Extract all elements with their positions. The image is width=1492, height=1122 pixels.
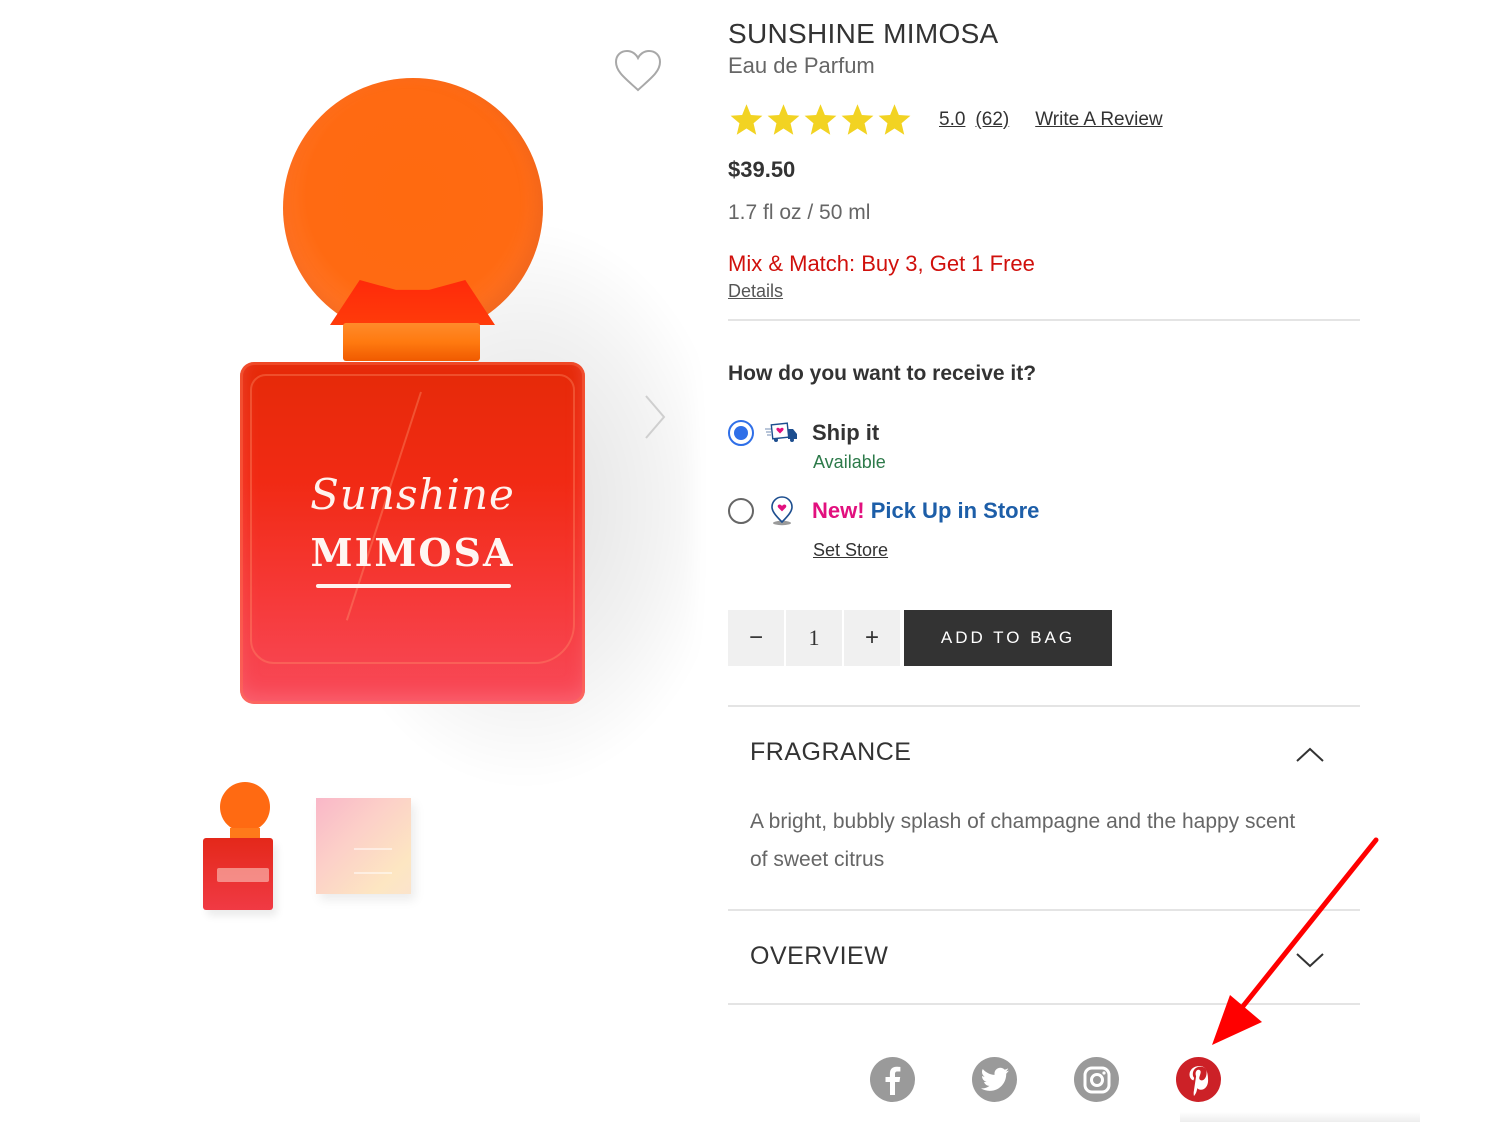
promo-text: Mix & Match: Buy 3, Get 1 Free bbox=[728, 251, 1035, 276]
star-rating[interactable] bbox=[728, 102, 913, 138]
star-icon bbox=[841, 104, 874, 135]
promo-details-link[interactable]: Details bbox=[728, 281, 783, 302]
ship-it-radio[interactable] bbox=[728, 420, 754, 446]
product-title: SUNSHINE MIMOSA bbox=[728, 18, 999, 49]
fragrance-description: A bright, bubbly splash of champagne and… bbox=[750, 810, 1296, 871]
pickup-label: New! Pick Up in Store bbox=[812, 498, 1039, 524]
pickup-radio[interactable] bbox=[728, 498, 754, 524]
star-icon bbox=[804, 104, 837, 135]
set-store-link[interactable]: Set Store bbox=[813, 540, 888, 561]
instagram-share-button[interactable] bbox=[1074, 1057, 1119, 1102]
ship-availability: Available bbox=[813, 452, 886, 472]
next-image-button[interactable] bbox=[640, 392, 670, 442]
new-badge: New! bbox=[812, 498, 865, 523]
thumb-bottle bbox=[203, 838, 273, 910]
quantity-and-add: − 1 + ADD TO BAG bbox=[728, 610, 1112, 666]
main-product-image[interactable]: Sunshine MIMOSA bbox=[220, 40, 695, 790]
chevron-right-icon bbox=[645, 395, 666, 439]
instagram-icon bbox=[1083, 1066, 1110, 1093]
divider bbox=[728, 705, 1360, 707]
product-gallery: Sunshine MIMOSA bbox=[180, 0, 695, 1122]
receive-heading: How do you want to receive it? bbox=[728, 362, 1037, 385]
divider bbox=[728, 1003, 1360, 1005]
facebook-icon bbox=[885, 1066, 900, 1095]
pickup-text: Pick Up in Store bbox=[870, 498, 1040, 523]
box-thumbnail[interactable] bbox=[308, 780, 411, 920]
ship-it-option[interactable]: Ship it bbox=[728, 418, 879, 448]
pinterest-share-button[interactable] bbox=[1176, 1057, 1221, 1102]
thumb-cap bbox=[220, 782, 270, 832]
star-icon bbox=[878, 104, 911, 135]
twitter-icon bbox=[980, 1067, 1009, 1091]
rating-row: 5.0 (62) Write A Review bbox=[728, 100, 1163, 140]
heart-outline-icon bbox=[614, 49, 662, 92]
thumb-box-text bbox=[354, 848, 392, 874]
decrement-quantity-button[interactable]: − bbox=[728, 610, 784, 666]
divider bbox=[728, 909, 1360, 911]
store-pin-icon bbox=[771, 496, 793, 526]
chevron-down-icon[interactable] bbox=[1294, 950, 1326, 970]
increment-quantity-button[interactable]: + bbox=[844, 610, 900, 666]
quantity-input[interactable]: 1 bbox=[786, 610, 842, 666]
delivery-truck-icon bbox=[765, 422, 797, 442]
bottle-label-script: Sunshine bbox=[310, 470, 515, 519]
star-icon bbox=[730, 104, 763, 135]
pickup-option[interactable]: New! Pick Up in Store bbox=[728, 496, 1039, 526]
thumbnail-strip bbox=[198, 780, 411, 920]
star-icon bbox=[767, 104, 800, 135]
chevron-up-icon[interactable] bbox=[1294, 745, 1326, 765]
bottle-neck bbox=[343, 323, 480, 361]
pinterest-icon bbox=[1189, 1065, 1208, 1096]
product-size: 1.7 fl oz / 50 ml bbox=[728, 201, 871, 224]
social-share-bar bbox=[870, 1057, 1221, 1102]
bottle-thumbnail[interactable] bbox=[198, 780, 288, 920]
product-price: $39.50 bbox=[728, 157, 796, 182]
thumb-label bbox=[217, 868, 269, 882]
facebook-share-button[interactable] bbox=[870, 1057, 915, 1102]
review-count-link[interactable]: (62) bbox=[975, 109, 1009, 131]
add-to-bag-button[interactable]: ADD TO BAG bbox=[904, 610, 1112, 666]
wishlist-button[interactable] bbox=[612, 48, 664, 94]
accordion-overview-header[interactable]: OVERVIEW bbox=[750, 942, 888, 971]
rating-value-link[interactable]: 5.0 bbox=[939, 109, 965, 131]
ship-it-label: Ship it bbox=[812, 420, 880, 445]
bottle-label-underline bbox=[316, 584, 511, 588]
write-review-link[interactable]: Write A Review bbox=[1035, 109, 1162, 131]
thumb-box bbox=[316, 798, 411, 894]
twitter-share-button[interactable] bbox=[972, 1057, 1017, 1102]
product-subtitle: Eau de Parfum bbox=[728, 53, 875, 78]
bottle-body: Sunshine MIMOSA bbox=[240, 362, 585, 704]
bottle-label-main: MIMOSA bbox=[310, 530, 515, 575]
accordion-fragrance-header[interactable]: FRAGRANCE bbox=[750, 738, 911, 767]
bottom-fade bbox=[1180, 1112, 1420, 1122]
divider bbox=[728, 319, 1360, 321]
